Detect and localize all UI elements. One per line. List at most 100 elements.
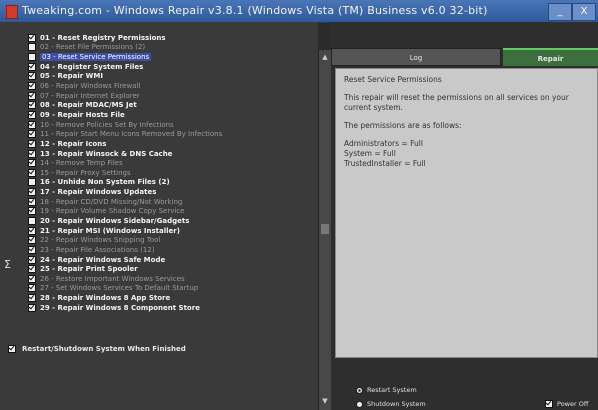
repair-item[interactable]: 27 - Set Windows Services To Default Sta… [28, 284, 318, 294]
repair-checkbox[interactable] [28, 139, 36, 148]
repair-item[interactable]: 05 - Repair WMI [28, 72, 318, 82]
repair-label: 08 - Repair MDAC/MS Jet [40, 101, 137, 110]
repair-item[interactable]: 25 - Repair Print Spooler [28, 264, 318, 274]
power-off-checkbox[interactable] [545, 400, 553, 408]
main-window: Tweaking.com - Windows Repair v3.8.1 (Wi… [0, 0, 598, 410]
shutdown-radio[interactable] [356, 400, 363, 408]
repair-label: 27 - Set Windows Services To Default Sta… [40, 284, 199, 293]
restart-shutdown-label: Restart/Shutdown System When Finished [22, 345, 186, 353]
tab-log[interactable]: Log [331, 48, 501, 66]
repair-label: 13 - Repair Winsock & DNS Cache [40, 149, 173, 158]
scrollbar-thumb[interactable] [321, 224, 329, 234]
repair-item[interactable]: 16 - Unhide Non System Files (2) [28, 178, 318, 188]
repair-label: 06 - Repair Windows Firewall [40, 82, 141, 91]
repair-checkbox[interactable] [28, 43, 36, 52]
repair-item[interactable]: 11 - Repair Start Menu Icons Removed By … [28, 129, 318, 139]
scroll-down-icon[interactable]: ▼ [320, 396, 330, 406]
repair-description: Reset Service Permissions This repair wi… [335, 68, 598, 358]
minimize-button[interactable]: _ [548, 3, 572, 21]
repair-item[interactable]: 29 - Repair Windows 8 Component Store [28, 303, 318, 313]
repair-checkbox[interactable] [28, 168, 36, 177]
repair-checkbox[interactable] [28, 255, 36, 264]
repair-checkbox[interactable] [28, 53, 36, 62]
repair-list-scrollbar[interactable]: ▲ ▼ [318, 50, 331, 410]
repair-checkbox[interactable] [28, 226, 36, 235]
repair-checkbox[interactable] [28, 72, 36, 81]
close-button[interactable]: X [572, 3, 596, 21]
restart-shutdown-option[interactable]: Restart/Shutdown System When Finished [8, 345, 267, 353]
repair-label: 04 - Register System Files [40, 62, 144, 71]
repair-checkbox[interactable] [28, 62, 36, 71]
repair-checkbox[interactable] [28, 265, 36, 274]
collapse-marker[interactable]: Σ [4, 258, 11, 271]
repair-item[interactable]: 10 - Remove Policies Set By Infections [28, 120, 318, 130]
repair-label: 03 - Reset Service Permissions [40, 53, 152, 62]
repair-item[interactable]: 23 - Repair File Associations (12) [28, 245, 318, 255]
repair-item[interactable]: 07 - Repair Internet Explorer [28, 91, 318, 101]
repair-label: 21 - Repair MSI (Windows Installer) [40, 226, 180, 235]
repair-checkbox[interactable] [28, 207, 36, 216]
repair-item[interactable]: 12 - Repair Icons [28, 139, 318, 149]
power-off-option[interactable]: Power Off [545, 400, 588, 408]
repair-item[interactable]: 08 - Repair MDAC/MS Jet [28, 100, 318, 110]
repair-item[interactable]: 18 - Repair CD/DVD Missing/Not Working [28, 197, 318, 207]
repair-label: 26 - Restore Important Windows Services [40, 274, 185, 283]
shutdown-radio-option[interactable]: Shutdown System [356, 400, 426, 408]
repair-item[interactable]: 22 - Repair Windows Snipping Tool [28, 235, 318, 245]
repair-checkbox[interactable] [28, 101, 36, 110]
restart-radio-option[interactable]: Restart System [356, 386, 417, 394]
repair-label: 25 - Repair Print Spooler [40, 265, 138, 274]
repair-checkbox[interactable] [28, 110, 36, 119]
finish-options: Restart/Shutdown System When Finished [8, 345, 267, 353]
repair-label: 11 - Repair Start Menu Icons Removed By … [40, 130, 223, 139]
repair-item[interactable]: 28 - Repair Windows 8 App Store [28, 293, 318, 303]
repair-item[interactable]: 13 - Repair Winsock & DNS Cache [28, 149, 318, 159]
repair-label: 10 - Remove Policies Set By Infections [40, 120, 174, 129]
repair-checkbox[interactable] [28, 274, 36, 283]
repair-item[interactable]: 01 - Reset Registry Permissions [28, 33, 318, 43]
repair-item[interactable]: 20 - Repair Windows Sidebar/Gadgets [28, 216, 318, 226]
repair-item[interactable]: 09 - Repair Hosts File [28, 110, 318, 120]
repair-checkbox[interactable] [28, 294, 36, 303]
repair-item[interactable]: 21 - Repair MSI (Windows Installer) [28, 226, 318, 236]
repair-list: 01 - Reset Registry Permissions 02 - Rese… [28, 33, 318, 313]
restart-shutdown-checkbox[interactable] [8, 345, 16, 353]
repair-checkbox[interactable] [28, 236, 36, 245]
repair-checkbox[interactable] [28, 82, 36, 91]
repair-item[interactable]: 03 - Reset Service Permissions [28, 52, 318, 62]
repair-label: 05 - Repair WMI [40, 72, 103, 81]
repair-checkbox[interactable] [28, 120, 36, 129]
repair-label: 17 - Repair Windows Updates [40, 188, 157, 197]
repair-item[interactable]: 24 - Repair Windows Safe Mode [28, 255, 318, 265]
restart-radio[interactable] [356, 386, 363, 394]
repair-checkbox[interactable] [28, 216, 36, 225]
repair-item[interactable]: 15 - Repair Proxy Settings [28, 168, 318, 178]
repair-checkbox[interactable] [28, 197, 36, 206]
repair-checkbox[interactable] [28, 303, 36, 312]
repair-label: 16 - Unhide Non System Files (2) [40, 178, 170, 187]
repair-item[interactable]: 04 - Register System Files [28, 62, 318, 72]
repair-checkbox[interactable] [28, 91, 36, 100]
repair-item[interactable]: 02 - Reset File Permissions (2) [28, 43, 318, 53]
description-heading: Reset Service Permissions [344, 75, 442, 84]
repair-checkbox[interactable] [28, 33, 36, 42]
repair-item[interactable]: 06 - Repair Windows Firewall [28, 81, 318, 91]
tab-repair[interactable]: Repair [503, 48, 598, 66]
repair-item[interactable]: 17 - Repair Windows Updates [28, 187, 318, 197]
repair-label: 15 - Repair Proxy Settings [40, 168, 131, 177]
repair-label: 23 - Repair File Associations (12) [40, 245, 155, 254]
repair-checkbox[interactable] [28, 159, 36, 168]
repair-item[interactable]: 26 - Restore Important Windows Services [28, 274, 318, 284]
repair-item[interactable]: 19 - Repair Volume Shadow Copy Service [28, 207, 318, 217]
repair-label: 14 - Remove Temp Files [40, 159, 123, 168]
repair-item[interactable]: 14 - Remove Temp Files [28, 158, 318, 168]
repair-checkbox[interactable] [28, 245, 36, 254]
repair-checkbox[interactable] [28, 130, 36, 139]
repair-label: 07 - Repair Internet Explorer [40, 91, 140, 100]
repair-checkbox[interactable] [28, 149, 36, 158]
repair-checkbox[interactable] [28, 188, 36, 197]
repair-checkbox[interactable] [28, 284, 36, 293]
scroll-up-icon[interactable]: ▲ [320, 52, 330, 62]
permissions-intro: The permissions are as follows: [344, 121, 462, 130]
repair-checkbox[interactable] [28, 178, 36, 187]
